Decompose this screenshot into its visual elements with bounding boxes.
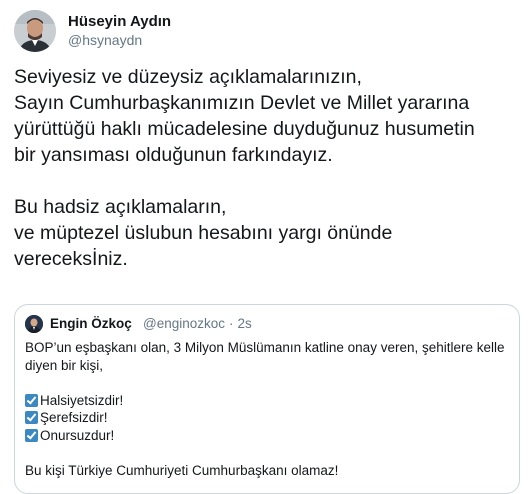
quoted-tweet-text: BOP’un eşbaşkanı olan, 3 Milyon Müslüman… [25, 339, 511, 479]
checklist-item-text: Halsiyetsizdir! [40, 392, 124, 408]
quoted-author-handle[interactable]: @enginozkoc [143, 316, 225, 331]
tweet-text-line: Seviyesiz ve düzeysiz açıklamalarınızın, [14, 66, 362, 88]
tweet-text: Seviyesiz ve düzeysiz açıklamalarınızın,… [14, 64, 519, 272]
quoted-text-line: Bu kişi Türkiye Cumhuriyeti Cumhurbaşkan… [25, 462, 339, 478]
quoted-tweet-header: Engin Özkoç @enginozkoc · 2s [25, 314, 505, 334]
tweet-text-line: Sayın Cumhurbaşkanımızın Devlet ve Mille… [14, 92, 470, 114]
quoted-text-line: diyen bir kişi, [25, 357, 104, 373]
check-mark-icon [25, 428, 38, 442]
tweet-text-line: bir yansıması olduğunun farkındayız. [14, 144, 333, 166]
checklist-item: Onursuzdur! [25, 427, 511, 445]
tweet-card: Hüseyin Aydın @hsynaydn Seviyesiz ve düz… [0, 0, 530, 494]
tweet-header: Hüseyin Aydın @hsynaydn [14, 8, 514, 54]
quoted-tweet[interactable]: Engin Özkoç @enginozkoc · 2s BOP’un eşbaşk… [14, 304, 520, 494]
author-name[interactable]: Hüseyin Aydın [68, 13, 171, 30]
checklist-item: Şerefsizdir! [25, 409, 511, 427]
quoted-tweet-time[interactable]: 2s [238, 316, 252, 331]
checklist-item: Halsiyetsizdir! [25, 392, 511, 410]
quoted-author-name[interactable]: Engin Özkoç [50, 316, 132, 331]
quoted-author-avatar-image [25, 315, 43, 333]
quoted-text-line: BOP’un eşbaşkanı olan, 3 Milyon Müslüman… [25, 340, 505, 355]
quoted-author-avatar[interactable] [25, 315, 43, 333]
tweet-text-line: ve müptezel üslubun hesabını yargı önünd… [14, 222, 393, 244]
checklist-item-text: Onursuzdur! [40, 427, 115, 443]
tweet-text-line: Bu hadsiz açıklamaların, [14, 196, 227, 218]
tweet-text-line: vereceksİniz. [14, 248, 128, 270]
check-mark-icon [25, 411, 38, 424]
checklist-item-text: Şerefsizdir! [40, 410, 108, 425]
meta-separator: · [229, 316, 234, 331]
check-mark-icon [25, 393, 38, 407]
author-avatar[interactable] [14, 10, 56, 52]
author-avatar-image [14, 10, 56, 52]
quoted-author-meta: @enginozkoc · 2s [143, 316, 256, 331]
author-handle[interactable]: @hsynaydn [68, 32, 142, 48]
tweet-text-line: yürüttüğü haklı mücadelesine duyduğunuz … [14, 118, 475, 140]
